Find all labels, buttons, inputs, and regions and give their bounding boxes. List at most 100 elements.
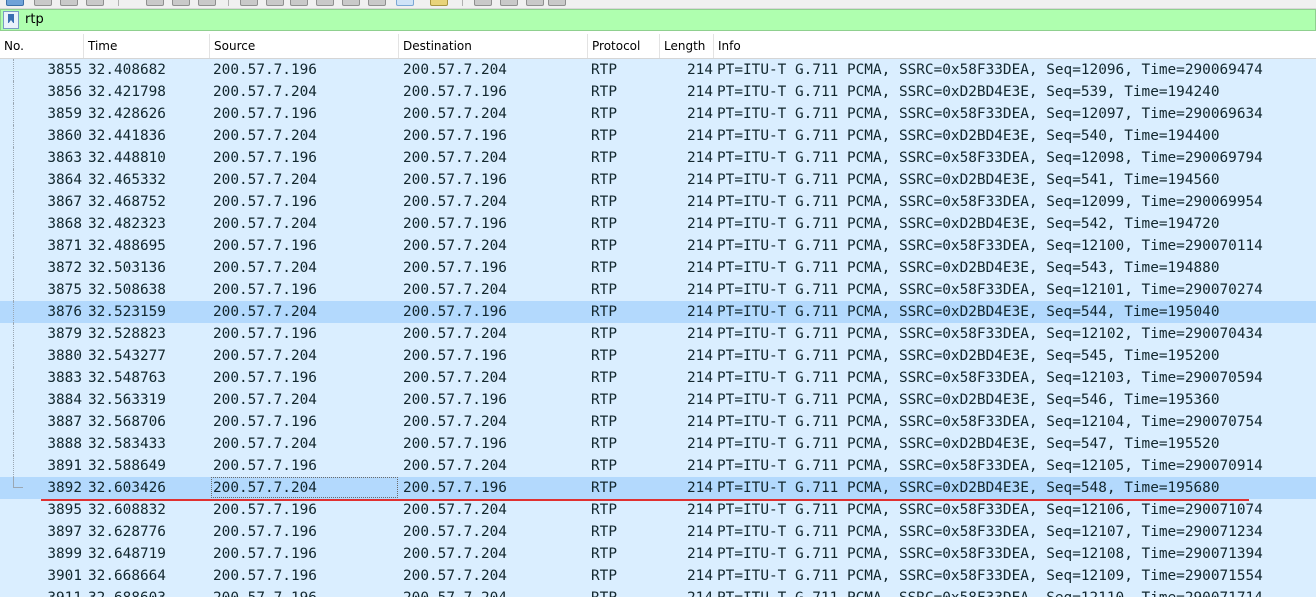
packet-row[interactable]: 3864 32.465332 200.57.7.204 200.57.7.196 RTP… bbox=[0, 169, 1316, 191]
packet-row[interactable]: 3856 32.421798 200.57.7.204 200.57.7.196 RTP… bbox=[0, 81, 1316, 103]
packet-row[interactable]: 3883 32.548763 200.57.7.196 200.57.7.204 RTP… bbox=[0, 367, 1316, 389]
packet-row[interactable]: 3859 32.428626 200.57.7.196 200.57.7.204 RTP… bbox=[0, 103, 1316, 125]
packet-row[interactable]: 3901 32.668664 200.57.7.196 200.57.7.204 RTP… bbox=[0, 565, 1316, 587]
packet-source: 200.57.7.196 bbox=[213, 568, 317, 584]
packet-protocol: RTP bbox=[591, 480, 617, 496]
packet-row[interactable]: 3863 32.448810 200.57.7.196 200.57.7.204 RTP… bbox=[0, 147, 1316, 169]
packet-time: 32.468752 bbox=[88, 194, 166, 210]
column-header-no[interactable]: No. bbox=[0, 34, 84, 58]
packet-row[interactable]: 3867 32.468752 200.57.7.196 200.57.7.204 RTP… bbox=[0, 191, 1316, 213]
packet-length: 214 bbox=[687, 458, 713, 474]
column-header-destination[interactable]: Destination bbox=[399, 34, 588, 58]
find-packet-icon[interactable] bbox=[146, 0, 164, 6]
colorize-icon[interactable] bbox=[342, 0, 360, 6]
packet-list[interactable]: 3855 32.408682 200.57.7.196 200.57.7.204 RTP… bbox=[0, 59, 1316, 597]
save-file-icon[interactable] bbox=[34, 0, 52, 6]
filter-bookmark-icon[interactable] bbox=[3, 11, 19, 29]
conversation-tree-line bbox=[13, 257, 15, 279]
column-header-source[interactable]: Source bbox=[210, 34, 399, 58]
packet-info: PT=ITU-T G.711 PCMA, SSRC=0xD2BD4E3E, Se… bbox=[717, 260, 1220, 276]
packet-destination: 200.57.7.204 bbox=[403, 370, 507, 386]
display-filter-input[interactable] bbox=[23, 10, 1315, 30]
packet-number: 3892 bbox=[47, 480, 82, 496]
packet-time: 32.488695 bbox=[88, 238, 166, 254]
packet-row[interactable]: 3911 32.688603 200.57.7.196 200.57.7.204 RTP… bbox=[0, 587, 1316, 597]
packet-time: 32.588649 bbox=[88, 458, 166, 474]
packet-source: 200.57.7.196 bbox=[213, 546, 317, 562]
packet-row[interactable]: 3868 32.482323 200.57.7.204 200.57.7.196 RTP… bbox=[0, 213, 1316, 235]
zoom-in-icon[interactable] bbox=[368, 0, 386, 6]
open-file-icon[interactable] bbox=[6, 0, 24, 6]
packet-number: 3875 bbox=[47, 282, 82, 298]
packet-source: 200.57.7.204 bbox=[213, 128, 317, 144]
packet-row[interactable]: 3897 32.628776 200.57.7.196 200.57.7.204 RTP… bbox=[0, 521, 1316, 543]
conversation-tree-line bbox=[13, 433, 15, 455]
packet-row[interactable]: 3891 32.588649 200.57.7.196 200.57.7.204 RTP… bbox=[0, 455, 1316, 477]
packet-row[interactable]: 3872 32.503136 200.57.7.204 200.57.7.196 RTP… bbox=[0, 257, 1316, 279]
packet-source: 200.57.7.196 bbox=[213, 502, 317, 518]
resize-columns-icon[interactable] bbox=[474, 0, 492, 6]
conversation-tree-line bbox=[13, 59, 15, 81]
column-header-info[interactable]: Info bbox=[714, 34, 1316, 58]
collapse-all-icon[interactable] bbox=[526, 0, 544, 6]
packet-source: 200.57.7.196 bbox=[213, 106, 317, 122]
packet-row[interactable]: 3884 32.563319 200.57.7.204 200.57.7.196 RTP… bbox=[0, 389, 1316, 411]
go-forward-icon[interactable] bbox=[198, 0, 216, 6]
go-back-icon[interactable] bbox=[172, 0, 190, 6]
packet-destination: 200.57.7.196 bbox=[403, 436, 507, 452]
packet-row[interactable]: 3895 32.608832 200.57.7.196 200.57.7.204 RTP… bbox=[0, 499, 1316, 521]
zoom-out-icon[interactable] bbox=[396, 0, 414, 6]
packet-source: 200.57.7.196 bbox=[213, 238, 317, 254]
packet-destination: 200.57.7.204 bbox=[403, 546, 507, 562]
packet-destination: 200.57.7.196 bbox=[403, 260, 507, 276]
conversation-tree-line bbox=[13, 301, 15, 323]
packet-protocol: RTP bbox=[591, 260, 617, 276]
packet-number: 3859 bbox=[47, 106, 82, 122]
packet-row[interactable]: 3880 32.543277 200.57.7.204 200.57.7.196 RTP… bbox=[0, 345, 1316, 367]
go-to-packet-icon[interactable] bbox=[240, 0, 258, 6]
packet-row[interactable]: 3876 32.523159 200.57.7.204 200.57.7.196 RTP… bbox=[0, 301, 1316, 323]
packet-row[interactable]: 3871 32.488695 200.57.7.196 200.57.7.204 RTP… bbox=[0, 235, 1316, 257]
auto-scroll-icon[interactable] bbox=[316, 0, 334, 6]
column-header-protocol[interactable]: Protocol bbox=[588, 34, 660, 58]
column-header-time[interactable]: Time bbox=[84, 34, 210, 58]
packet-destination: 200.57.7.204 bbox=[403, 587, 507, 597]
packet-destination: 200.57.7.196 bbox=[403, 172, 507, 188]
packet-row[interactable]: 3888 32.583433 200.57.7.204 200.57.7.196 RTP… bbox=[0, 433, 1316, 455]
last-packet-icon[interactable] bbox=[290, 0, 308, 6]
packet-number: 3868 bbox=[47, 216, 82, 232]
reload-icon[interactable] bbox=[86, 0, 104, 6]
conversation-tree-line bbox=[13, 147, 15, 169]
normal-size-icon[interactable] bbox=[430, 0, 448, 6]
conversation-tree-end bbox=[13, 477, 23, 488]
conversation-tree-line bbox=[13, 411, 15, 433]
packet-row[interactable]: 3887 32.568706 200.57.7.196 200.57.7.204 RTP… bbox=[0, 411, 1316, 433]
packet-row[interactable]: 3879 32.528823 200.57.7.196 200.57.7.204 RTP… bbox=[0, 323, 1316, 345]
packet-row[interactable]: 3855 32.408682 200.57.7.196 200.57.7.204 RTP… bbox=[0, 59, 1316, 81]
packet-length: 214 bbox=[687, 150, 713, 166]
close-file-icon[interactable] bbox=[60, 0, 78, 6]
packet-destination: 200.57.7.204 bbox=[403, 238, 507, 254]
conversation-tree-line bbox=[13, 125, 15, 147]
packet-info: PT=ITU-T G.711 PCMA, SSRC=0xD2BD4E3E, Se… bbox=[717, 216, 1220, 232]
packet-row[interactable]: 3899 32.648719 200.57.7.196 200.57.7.204 RTP… bbox=[0, 543, 1316, 565]
conversation-tree-line bbox=[13, 279, 15, 301]
first-packet-icon[interactable] bbox=[266, 0, 284, 6]
packet-protocol: RTP bbox=[591, 436, 617, 452]
packet-time: 32.628776 bbox=[88, 524, 166, 540]
conversation-tree-line bbox=[13, 345, 15, 367]
packet-row[interactable]: 3860 32.441836 200.57.7.204 200.57.7.196 RTP… bbox=[0, 125, 1316, 147]
main-toolbar bbox=[0, 0, 1316, 9]
packet-info: PT=ITU-T G.711 PCMA, SSRC=0x58F33DEA, Se… bbox=[717, 587, 1263, 597]
packet-length: 214 bbox=[687, 238, 713, 254]
packet-row[interactable]: 3892 32.603426 200.57.7.204 200.57.7.196 RTP… bbox=[0, 477, 1316, 499]
packet-source: 200.57.7.204 bbox=[213, 480, 317, 496]
packet-row[interactable]: 3875 32.508638 200.57.7.196 200.57.7.204 RTP… bbox=[0, 279, 1316, 301]
packet-info: PT=ITU-T G.711 PCMA, SSRC=0xD2BD4E3E, Se… bbox=[717, 304, 1220, 320]
expand-all-icon[interactable] bbox=[500, 0, 518, 6]
packet-info: PT=ITU-T G.711 PCMA, SSRC=0x58F33DEA, Se… bbox=[717, 282, 1263, 298]
packet-info: PT=ITU-T G.711 PCMA, SSRC=0x58F33DEA, Se… bbox=[717, 414, 1263, 430]
packet-protocol: RTP bbox=[591, 546, 617, 562]
statistics-icon[interactable] bbox=[548, 0, 566, 6]
column-header-length[interactable]: Length bbox=[660, 34, 714, 58]
